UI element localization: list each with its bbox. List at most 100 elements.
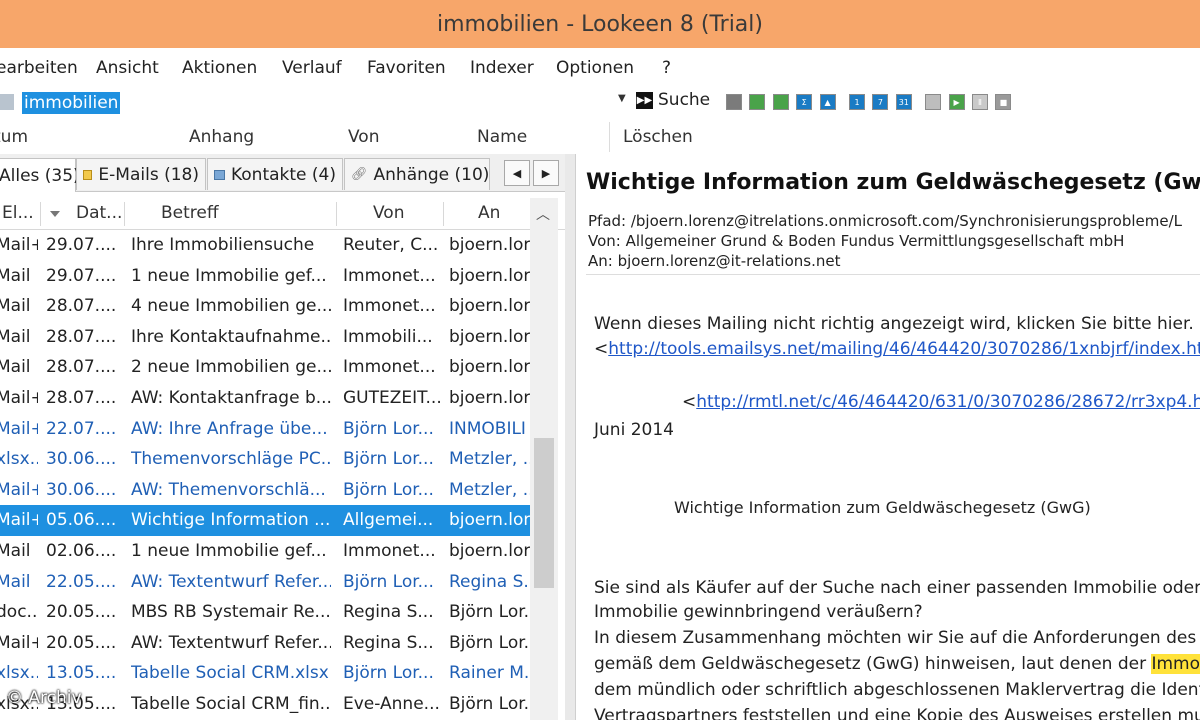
tabs-next-button[interactable]: ▶: [533, 160, 559, 186]
column-separator: [336, 202, 337, 226]
pause-icon[interactable]: Ⅱ: [972, 94, 988, 110]
calendar-31-icon[interactable]: 31: [895, 94, 912, 110]
cell-type: Mail+: [0, 510, 38, 531]
tabs-prev-button[interactable]: ◀: [504, 160, 530, 186]
tab-alles[interactable]: Alles (35): [0, 158, 80, 192]
cell-from: Björn Lor...: [343, 571, 434, 592]
cell-type: Mail: [0, 541, 31, 561]
menu-aktionen[interactable]: Aktionen: [182, 58, 257, 78]
preview-text: gemäß dem Geldwäschegesetz (GwG) hinweis…: [594, 654, 1152, 674]
col-an[interactable]: An: [478, 203, 500, 223]
col-von[interactable]: Von: [373, 203, 405, 223]
cell-to: bjoern.lor: [449, 235, 530, 255]
col-datum[interactable]: Dat...: [76, 203, 122, 223]
calendar-1-icon[interactable]: 1: [849, 94, 865, 110]
menu-favoriten[interactable]: Favoriten: [367, 58, 446, 78]
tab-kontakte[interactable]: Kontakte (4): [207, 158, 343, 190]
cell-subject: AW: Textentwurf Refer...: [131, 632, 331, 653]
table-row[interactable]: doc... 20.05.... MBS RB Systemair Re... Reg…: [0, 597, 530, 628]
field-loeschen[interactable]: Löschen: [623, 127, 693, 147]
edit-icon[interactable]: [772, 94, 789, 110]
col-element[interactable]: El...: [2, 203, 34, 223]
cell-subject: Tabelle Social CRM_fin...: [131, 694, 331, 714]
cell-to: bjoern.lor: [449, 388, 530, 408]
table-row[interactable]: Mail+ 29.07.... Ihre Immobiliensuche Reuter…: [0, 230, 530, 261]
preview-link-1[interactable]: http://tools.emailsys.net/mailing/46/464…: [608, 339, 1200, 359]
pane-splitter[interactable]: [565, 154, 575, 720]
refresh-icon[interactable]: [726, 94, 742, 110]
preview-pane: Wichtige Information zum Geldwäschegeset…: [575, 154, 1200, 720]
scrollbar-thumb[interactable]: [534, 438, 554, 588]
chat-icon[interactable]: [749, 94, 766, 110]
preview-paragraph-line: dem mündlich oder schriftlich abgeschlos…: [594, 680, 1200, 700]
list-icon[interactable]: [925, 94, 942, 110]
table-row[interactable]: Mail 28.07.... 4 neue Immobilien ge... Immo…: [0, 291, 530, 322]
menu-bearbeiten[interactable]: earbeiten: [0, 58, 78, 78]
table-row[interactable]: Mail+ 30.06.... AW: Themenvorschlä... Björn…: [0, 475, 530, 506]
column-separator: [124, 202, 125, 226]
sum-icon[interactable]: Σ: [796, 94, 813, 110]
search-button[interactable]: ▶▶ Suche: [636, 90, 710, 110]
tab-emails[interactable]: E-Mails (18): [76, 158, 206, 190]
preview-paragraph-line: Immobilie gewinnbringend veräußern?: [594, 602, 923, 622]
menu-optionen[interactable]: Optionen: [556, 58, 634, 78]
search-toolbar: immobilien ▼ ▶▶ Suche Σ ▲ 1 7 31 ▶ Ⅱ ■: [0, 88, 1200, 118]
preview-paragraph-line: gemäß dem Geldwäschegesetz (GwG) hinweis…: [594, 654, 1200, 674]
search-input[interactable]: immobilien: [22, 92, 121, 114]
tab-label: Anhänge (10): [373, 164, 490, 185]
search-dropdown-icon[interactable]: ▼: [618, 93, 626, 104]
preview-link-2[interactable]: http://rmtl.net/c/46/464420/631/0/307028…: [696, 392, 1200, 412]
scroll-up-icon[interactable]: ︿: [536, 204, 550, 224]
play-icon[interactable]: ▶: [948, 94, 965, 110]
cell-subject: Wichtige Information ...: [131, 510, 331, 531]
menu-verlauf[interactable]: Verlauf: [282, 58, 342, 78]
col-betreff[interactable]: Betreff: [161, 203, 219, 223]
table-row[interactable]: Mail+ 20.05.... AW: Textentwurf Refer... Re…: [0, 628, 530, 659]
stop-icon[interactable]: ■: [995, 94, 1012, 110]
cell-to: Metzler, ...: [449, 449, 530, 470]
list-header: El... Dat... Betreff Von An: [0, 198, 565, 230]
table-row[interactable]: Mail+ 22.07.... AW: Ihre Anfrage übe... Bjö…: [0, 414, 530, 445]
cell-from: Immobili...: [343, 326, 433, 347]
tab-anhaenge[interactable]: 🔗︎ Anhänge (10): [344, 158, 490, 190]
cell-type: Mail+: [0, 388, 38, 408]
table-row[interactable]: Mail 02.06.... 1 neue Immobilie gef... Immo…: [0, 536, 530, 567]
table-row[interactable]: Mail+ 05.06.... Wichtige Information ... Al…: [0, 505, 530, 536]
upload-icon[interactable]: ▲: [819, 94, 836, 110]
cell-to: bjoern.lor: [449, 326, 530, 347]
tab-label: Alles (35): [0, 165, 80, 186]
window-title: immobilien - Lookeen 8 (Trial): [436, 11, 763, 37]
search-history-icon[interactable]: [0, 94, 14, 110]
table-row[interactable]: Mail 28.07.... Ihre Kontaktaufnahme... Immo…: [0, 322, 530, 353]
cell-subject: 1 neue Immobilie gef...: [131, 265, 327, 286]
cell-to: bjoern.lor: [449, 265, 530, 286]
tab-label: E-Mails (18): [98, 164, 199, 185]
table-row[interactable]: Mail 29.07.... 1 neue Immobilie gef... Immo…: [0, 261, 530, 292]
cell-type: doc...: [0, 602, 38, 623]
field-separator: [609, 122, 610, 152]
cell-type: Mail: [0, 357, 31, 378]
preview-paragraph-line: Sie sind als Käufer auf der Suche nach e…: [594, 578, 1200, 598]
results-scrollbar[interactable]: ︿: [530, 198, 558, 720]
table-row[interactable]: Mail 28.07.... 2 neue Immobilien ge... Immo…: [0, 352, 530, 383]
title-bar: immobilien - Lookeen 8 (Trial): [0, 0, 1200, 48]
table-row[interactable]: Mail+ 28.07.... AW: Kontaktanfrage b... GUT…: [0, 383, 530, 414]
cell-to: Metzler, ...: [449, 479, 530, 500]
cell-to: Björn Lor...: [449, 694, 530, 714]
table-row[interactable]: xlsx... 30.06.... Themenvorschläge PC... Bj…: [0, 444, 530, 475]
field-anhang[interactable]: Anhang: [189, 127, 254, 147]
preview-paragraph-line: In diesem Zusammenhang möchten wir Sie a…: [594, 628, 1200, 648]
search-button-label: Suche: [658, 90, 711, 110]
field-von[interactable]: Von: [348, 127, 380, 147]
menu-ansicht[interactable]: Ansicht: [96, 58, 159, 78]
field-datum[interactable]: tum: [0, 127, 28, 147]
menu-help[interactable]: ?: [662, 58, 671, 78]
menu-indexer[interactable]: Indexer: [470, 58, 534, 78]
field-name[interactable]: Name: [477, 127, 527, 147]
calendar-7-icon[interactable]: 7: [872, 94, 889, 110]
column-separator: [40, 202, 41, 226]
cell-subject: AW: Themenvorschlä...: [131, 479, 326, 500]
preview-date: Juni 2014: [594, 420, 674, 440]
table-row[interactable]: xlsx... 13.05.... Tabelle Social CRM.xlsx B…: [0, 658, 530, 689]
table-row[interactable]: Mail 22.05.... AW: Textentwurf Refer... Bjö…: [0, 567, 530, 598]
